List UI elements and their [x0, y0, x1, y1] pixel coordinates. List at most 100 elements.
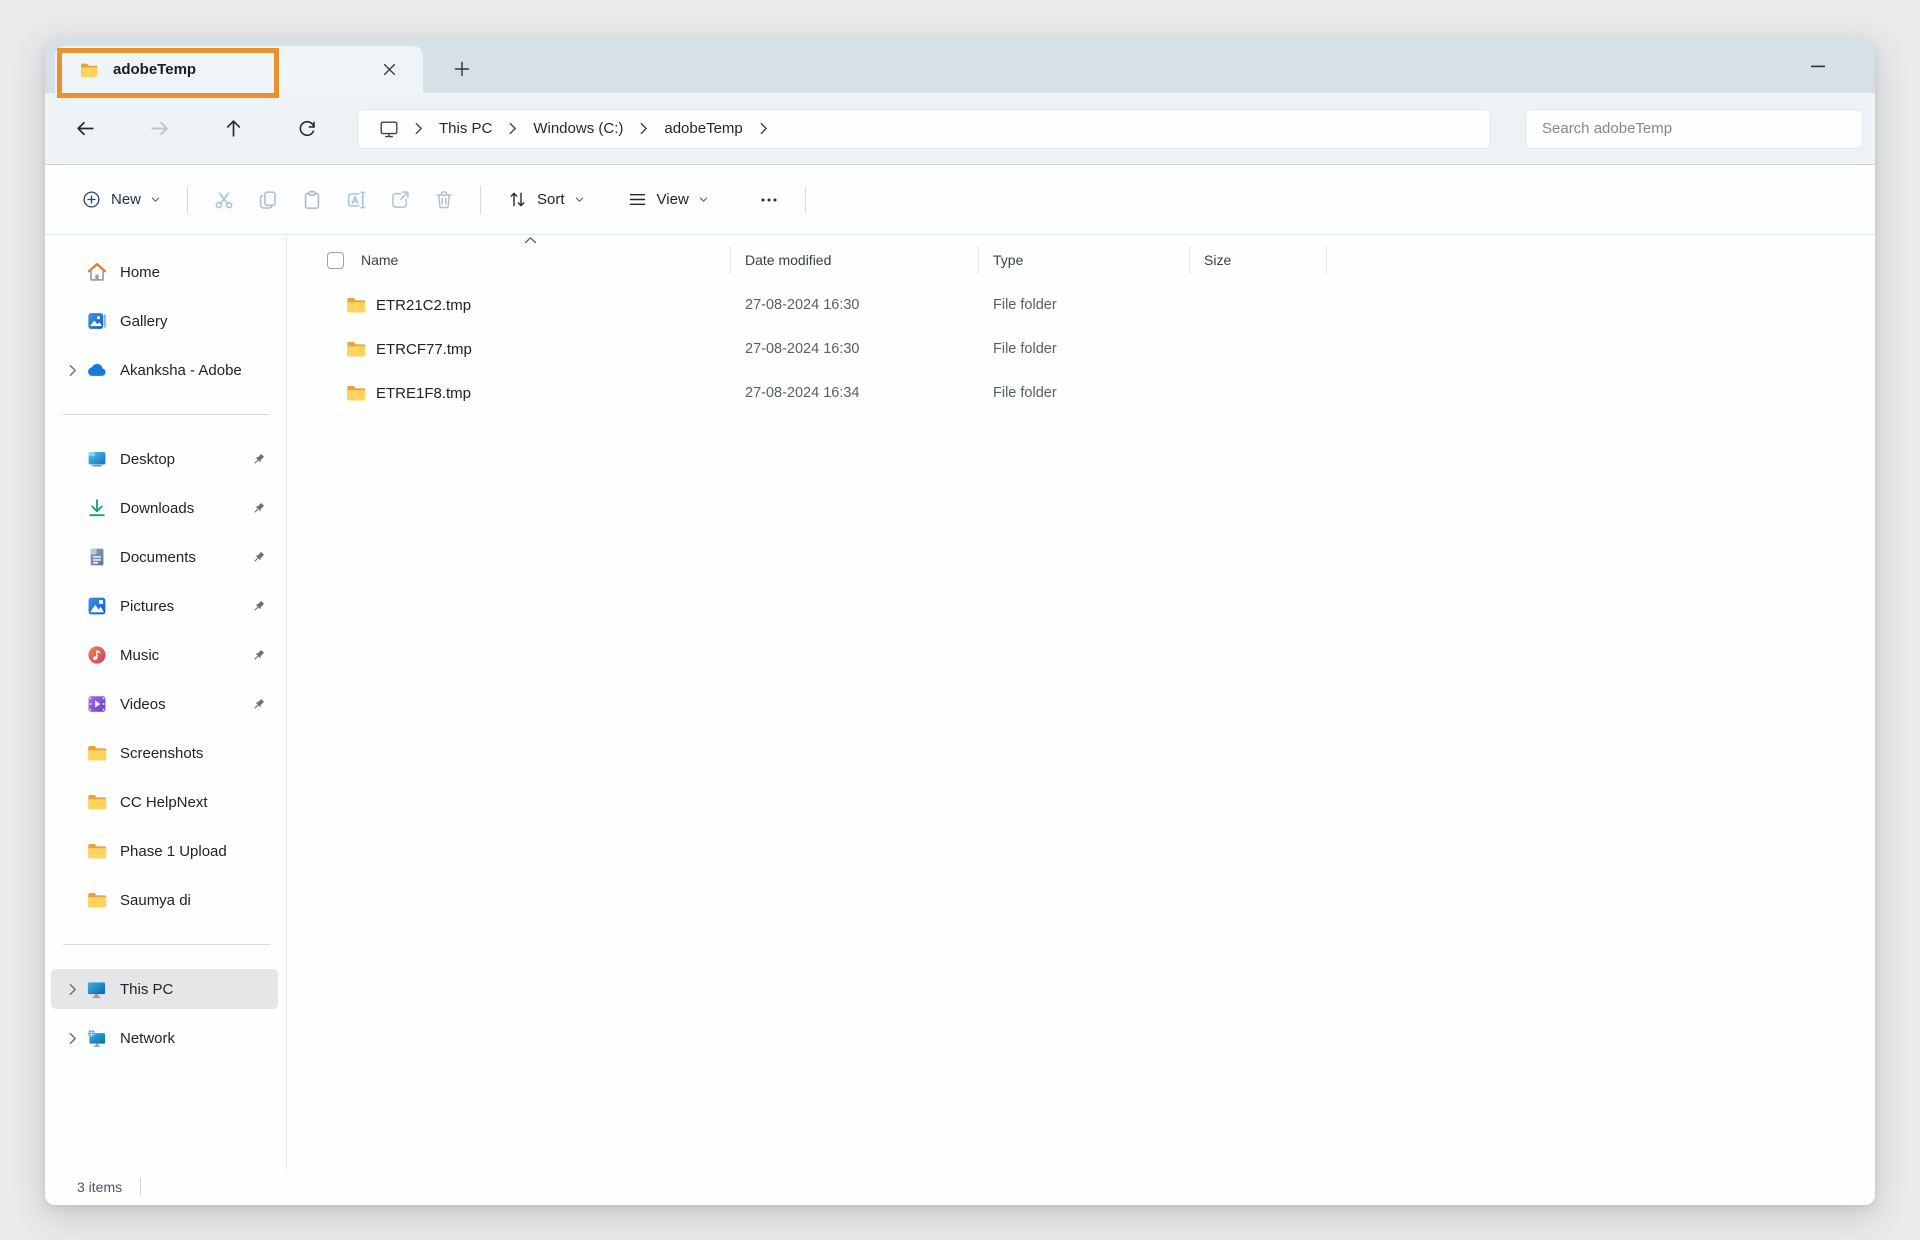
pin-icon [251, 599, 266, 614]
column-header-date-modified[interactable]: Date modified [731, 237, 979, 283]
file-type: File folder [979, 385, 1190, 401]
share-icon [389, 189, 411, 211]
home-icon [85, 261, 108, 283]
items-count: 3 items [77, 1179, 122, 1195]
trash-icon [433, 189, 455, 211]
file-date: 27-08-2024 16:30 [731, 341, 979, 357]
documents-icon [85, 546, 108, 568]
sidebar-item-gallery[interactable]: Gallery [51, 301, 278, 341]
forward-button[interactable] [139, 109, 179, 149]
new-tab-button[interactable] [445, 52, 479, 86]
chevron-down-icon [150, 194, 161, 205]
view-button[interactable]: View [615, 178, 721, 222]
sidebar-item-music[interactable]: Music [51, 635, 278, 675]
title-bar: adobeTemp [45, 38, 1875, 93]
videos-icon [85, 693, 108, 715]
file-date: 27-08-2024 16:34 [731, 385, 979, 401]
rename-icon [345, 189, 367, 211]
content-area: Home Gallery Akanksha - Adobe [45, 235, 1875, 1169]
search-input[interactable] [1525, 109, 1863, 149]
sidebar-item-phase-1-upload[interactable]: Phase 1 Upload [51, 831, 278, 871]
paste-icon [301, 189, 323, 211]
refresh-button[interactable] [287, 109, 327, 149]
column-header-type[interactable]: Type [979, 237, 1190, 283]
arrow-up-icon [223, 118, 244, 139]
plus-circle-icon [81, 189, 102, 210]
sidebar-divider [63, 414, 270, 415]
delete-button[interactable] [422, 178, 466, 222]
breadcrumb-this-pc[interactable]: This PC [433, 116, 498, 141]
column-header-row: Name Date modified Type Size [300, 237, 1875, 283]
column-header-name[interactable]: Name [344, 237, 731, 283]
breadcrumb-chevron-icon [498, 122, 527, 135]
tab-adobetemp[interactable]: adobeTemp [55, 46, 423, 93]
chevron-right-icon[interactable] [59, 983, 85, 996]
folder-icon [85, 840, 108, 862]
sidebar-item-pictures[interactable]: Pictures [51, 586, 278, 626]
navigation-bar: This PC Windows (C:) adobeTemp [45, 93, 1875, 165]
sidebar-item-cc-helpnext[interactable]: CC HelpNext [51, 782, 278, 822]
file-row-etr21c2[interactable]: ETR21C2.tmp 27-08-2024 16:30 File folder [300, 283, 1875, 327]
close-icon [383, 63, 396, 76]
file-row-etre1f8[interactable]: ETRE1F8.tmp 27-08-2024 16:34 File folder [300, 371, 1875, 415]
folder-icon [345, 338, 367, 360]
back-button[interactable] [65, 109, 105, 149]
folder-icon [345, 382, 367, 404]
desktop-icon [85, 448, 108, 470]
sidebar-item-videos[interactable]: Videos [51, 684, 278, 724]
chevron-right-icon[interactable] [59, 364, 85, 377]
music-icon [85, 644, 108, 666]
new-button[interactable]: New [69, 178, 173, 222]
minimize-icon [1811, 65, 1825, 68]
rename-button[interactable] [334, 178, 378, 222]
new-button-label: New [111, 191, 141, 208]
sidebar-item-downloads[interactable]: Downloads [51, 488, 278, 528]
sidebar-item-this-pc[interactable]: This PC [51, 969, 278, 1009]
onedrive-cloud-icon [85, 359, 108, 382]
copy-button[interactable] [246, 178, 290, 222]
folder-icon [85, 742, 108, 764]
breadcrumb-chevron-icon [749, 122, 778, 135]
more-options-button[interactable] [747, 178, 791, 222]
file-name: ETRE1F8.tmp [376, 385, 471, 402]
scissors-icon [213, 189, 235, 211]
breadcrumb-chevron-icon [629, 122, 658, 135]
plus-icon [454, 61, 470, 77]
column-header-size[interactable]: Size [1190, 237, 1327, 283]
sidebar-item-documents[interactable]: Documents [51, 537, 278, 577]
share-button[interactable] [378, 178, 422, 222]
sort-button-label: Sort [537, 191, 565, 208]
sidebar-item-saumya-di[interactable]: Saumya di [51, 880, 278, 920]
breadcrumb-chevron-icon [404, 122, 433, 135]
pin-icon [251, 648, 266, 663]
sort-button[interactable]: Sort [495, 178, 597, 222]
cut-button[interactable] [202, 178, 246, 222]
up-button[interactable] [213, 109, 253, 149]
breadcrumb-windows-c[interactable]: Windows (C:) [527, 116, 629, 141]
tab-label: adobeTemp [113, 61, 196, 78]
pictures-icon [85, 595, 108, 617]
pin-icon [251, 550, 266, 565]
file-name: ETR21C2.tmp [376, 297, 471, 314]
sidebar-item-network[interactable]: Network [51, 1018, 278, 1058]
chevron-down-icon [698, 194, 709, 205]
address-bar[interactable]: This PC Windows (C:) adobeTemp [357, 109, 1491, 149]
chevron-right-icon[interactable] [59, 1032, 85, 1045]
sidebar-item-screenshots[interactable]: Screenshots [51, 733, 278, 773]
this-pc-icon [85, 978, 108, 1001]
file-row-etrcf77[interactable]: ETRCF77.tmp 27-08-2024 16:30 File folder [300, 327, 1875, 371]
paste-button[interactable] [290, 178, 334, 222]
minimize-button[interactable] [1795, 49, 1841, 83]
close-tab-button[interactable] [377, 58, 401, 82]
select-all-checkbox[interactable] [327, 252, 344, 269]
sidebar-item-home[interactable]: Home [51, 252, 278, 292]
arrow-right-icon [149, 118, 170, 139]
sidebar-item-onedrive[interactable]: Akanksha - Adobe [51, 350, 278, 390]
copy-icon [257, 189, 279, 211]
gallery-icon [85, 310, 108, 332]
file-type: File folder [979, 297, 1190, 313]
toolbar-divider [805, 186, 806, 214]
breadcrumb-adobetemp[interactable]: adobeTemp [658, 116, 748, 141]
sidebar-item-desktop[interactable]: Desktop [51, 439, 278, 479]
view-button-label: View [657, 191, 689, 208]
